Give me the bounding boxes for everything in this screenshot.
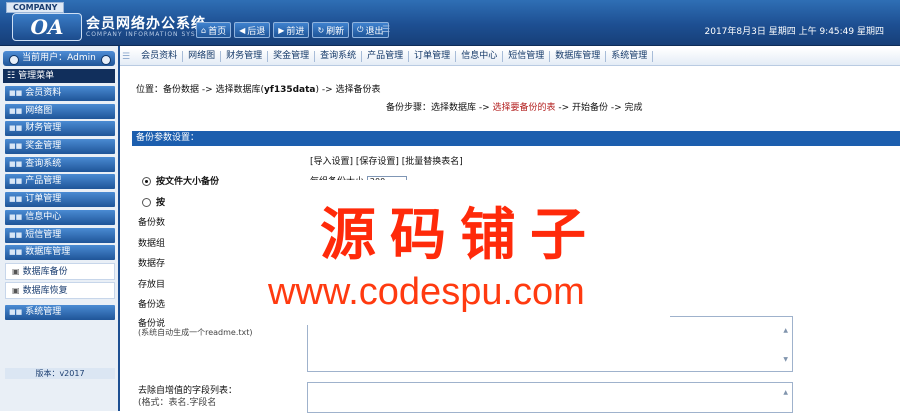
system-subtitle: COMPANY INFORMATION SYSTEM <box>86 31 212 38</box>
system-title: 会员网络办公系统 <box>86 16 206 32</box>
auto-inc-textarea[interactable]: ▲ <box>307 382 793 413</box>
back-button[interactable]: ◀ 后退 <box>234 22 271 38</box>
readme-hint: (系统自动生成一个readme.txt) <box>138 328 253 337</box>
tab-finance[interactable]: 财务管理 <box>221 51 269 62</box>
folder-icon: ■■ <box>9 106 23 115</box>
sidebar-item-bonus[interactable]: ■■ 奖金管理 <box>5 139 115 155</box>
sidebar-subitem-db-backup[interactable]: ▣ 数据库备份 <box>5 262 115 280</box>
tab-orders[interactable]: 订单管理 <box>409 51 457 62</box>
panel-title: 备份参数设置： <box>132 131 900 146</box>
auto-inc-hint: (格式：表名.字段名 <box>138 398 217 408</box>
current-step: 选择要备份的表 <box>492 103 556 113</box>
page-icon: ▣ <box>12 286 20 296</box>
watermark-text: 源码铺子 <box>320 203 600 268</box>
menu-icon: ☷ <box>7 71 16 81</box>
folder-icon: ■■ <box>9 230 23 239</box>
sidebar-subitem-db-restore[interactable]: ▣ 数据库恢复 <box>5 282 115 300</box>
sidebar-item-network[interactable]: ■■ 网络图 <box>5 103 115 119</box>
option-single[interactable]: 按 <box>142 195 165 208</box>
logout-icon: ⏻ <box>357 25 364 34</box>
tab-system[interactable]: 系统管理 <box>606 51 654 62</box>
radio-checked-icon[interactable] <box>142 177 151 186</box>
radio-unchecked-icon[interactable] <box>142 198 151 207</box>
label-a: 备份数 <box>138 218 166 228</box>
sidebar-item-database[interactable]: ■■ 数据库管理 <box>5 245 115 261</box>
datetime: 2017年8月3日 星期四 上午 9:45:49 星期四 <box>704 27 885 37</box>
backup-steps: 备份步骤：选择数据库 -> 选择要备份的表 -> 开始备份 -> 完成 <box>386 103 643 113</box>
menu-head: ☷ 管理菜单 <box>3 69 115 83</box>
tab-members[interactable]: 会员资料 <box>136 51 184 62</box>
database-name: yf135data <box>264 85 316 95</box>
tab-sms[interactable]: 短信管理 <box>503 51 551 62</box>
tab-products[interactable]: 产品管理 <box>362 51 410 62</box>
sidebar-item-members[interactable]: ■■ 会员资料 <box>5 86 115 101</box>
oa-logo: OA <box>12 13 82 41</box>
label-c: 数据存 <box>138 259 166 269</box>
settings-links[interactable]: [导入设置] [保存设置] [批量替换表名] <box>310 154 463 167</box>
scroll-down-icon[interactable]: ▼ <box>783 356 788 363</box>
home-button[interactable]: ⌂ 首页 <box>196 22 232 38</box>
folder-icon: ■■ <box>9 159 23 168</box>
page-icon: ▣ <box>12 266 20 276</box>
folder-icon: ■■ <box>9 308 23 317</box>
forward-button[interactable]: ▶ 前进 <box>273 22 310 38</box>
grip-icon: ☰ <box>382 25 391 35</box>
sidebar-item-orders[interactable]: ■■ 订单管理 <box>5 192 115 208</box>
breadcrumb: 位置：备份数据 -> 选择数据库(yf135data) -> 选择备份表 <box>136 85 381 95</box>
option-by-size[interactable]: 按文件大小备份 <box>142 174 219 187</box>
label-d: 存放目 <box>138 280 166 290</box>
back-icon: ◀ <box>239 25 246 35</box>
sidebar-item-finance[interactable]: ■■ 财务管理 <box>5 121 115 137</box>
current-user: 当前用户：Admin <box>3 51 115 66</box>
sidebar-item-messages[interactable]: ■■ 信息中心 <box>5 209 115 225</box>
tab-database[interactable]: 数据库管理 <box>550 51 607 62</box>
scroll-up-icon[interactable]: ▲ <box>783 389 788 396</box>
sidebar-item-system[interactable]: ■■ 系统管理 <box>5 305 115 321</box>
scroll-up-icon[interactable]: ▲ <box>783 327 788 334</box>
refresh-button[interactable]: ↻ 刷新 <box>312 22 350 38</box>
app-header: COMPANY OA 会员网络办公系统 COMPANY INFORMATION … <box>0 0 900 46</box>
menu-list: ■■ 会员资料 ■■ 网络图 ■■ 财务管理 ■■ 奖金管理 ■■ 查询系统 ■■ 产品管理… <box>5 86 115 323</box>
folder-icon: ■■ <box>9 195 23 204</box>
quick-nav: ⌂ 首页 ◀ 后退 ▶ 前进 ↻ 刷新 ⏻ 退出 <box>196 22 389 38</box>
folder-icon: ■■ <box>9 248 23 257</box>
tab-messages[interactable]: 信息中心 <box>456 51 504 62</box>
folder-icon: ■■ <box>9 142 23 151</box>
pin-icon <box>9 55 19 65</box>
top-tabs: ☰ 会员资料 网络图 财务管理 奖金管理 查询系统 产品管理 订单管理 信息中心… <box>120 48 900 66</box>
watermark-url: www.codespu.com <box>268 271 585 313</box>
folder-icon: ■■ <box>9 177 23 186</box>
tab-bonus[interactable]: 奖金管理 <box>268 51 316 62</box>
version-label: 版本：v2017 <box>5 368 115 379</box>
home-icon: ⌂ <box>201 25 207 35</box>
folder-icon: ■■ <box>9 124 23 133</box>
grip-icon: ☰ <box>122 51 131 62</box>
tab-query[interactable]: 查询系统 <box>315 51 363 62</box>
folder-icon: ■■ <box>9 212 23 221</box>
company-badge: COMPANY <box>6 2 65 13</box>
pin-icon <box>101 55 111 65</box>
folder-icon: ■■ <box>9 89 23 97</box>
label-e: 备份选 <box>138 300 166 310</box>
sidebar-item-sms[interactable]: ■■ 短信管理 <box>5 227 115 243</box>
tab-network[interactable]: 网络图 <box>183 51 222 62</box>
refresh-icon: ↻ <box>317 25 325 35</box>
label-b: 数据组 <box>138 239 166 249</box>
sidebar-item-products[interactable]: ■■ 产品管理 <box>5 174 115 190</box>
forward-icon: ▶ <box>278 25 285 35</box>
sidebar: 当前用户：Admin ☷ 管理菜单 ■■ 会员资料 ■■ 网络图 ■■ 财务管理 ■■ 奖… <box>0 46 120 411</box>
sidebar-item-query[interactable]: ■■ 查询系统 <box>5 156 115 172</box>
